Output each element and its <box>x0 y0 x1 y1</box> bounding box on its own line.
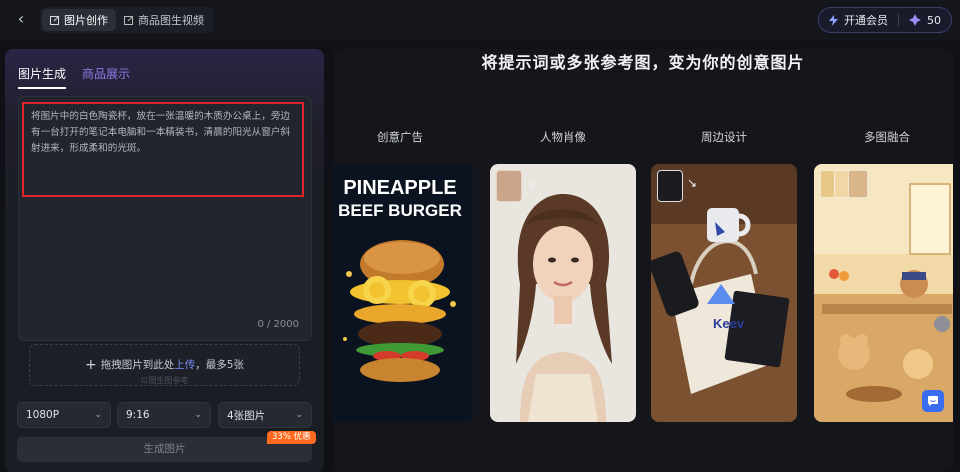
resolution-value: 1080P <box>26 409 60 421</box>
aspect-ratio-select[interactable]: 9:16 ⌄ <box>117 402 211 428</box>
tab-product-video[interactable]: 商品图生视频 <box>116 9 212 31</box>
vip-label: 开通会员 <box>844 14 888 27</box>
diamond-icon <box>909 14 921 26</box>
fusion-kitchen-image <box>814 164 953 422</box>
vip-button[interactable]: 开通会员 50 <box>818 7 952 33</box>
tab-image-generation[interactable]: 图片生成 <box>18 65 67 89</box>
burger-title-line1: PINEAPPLE <box>343 177 456 199</box>
edit-icon <box>50 15 60 25</box>
chevron-down-icon: ⌄ <box>194 410 202 420</box>
image-upload-dropzone[interactable]: + 拖拽图片到此处上传，最多5张 以图生图参考 <box>29 344 300 386</box>
chevron-down-icon: ⌄ <box>94 410 102 420</box>
tab-product-showcase[interactable]: 商品展示 <box>82 65 130 89</box>
category-label-ad: 创意广告 <box>377 130 423 144</box>
merch-image: Keev <box>651 164 797 422</box>
burger-ad-image: PINEAPPLE BEEF BURGER <box>333 164 473 422</box>
lightning-icon <box>829 14 838 26</box>
top-bar: ‹ 图片创作 商品图生视频 开通会员 50 <box>0 0 960 40</box>
generation-panel: 图片生成 商品展示 将图片中的白色陶瓷杯，放在一张温暖的木质办公桌上，旁边有一台… <box>5 49 324 472</box>
portrait-image <box>490 164 636 422</box>
discount-badge: 33% 优惠 <box>267 431 316 444</box>
example-card-merch[interactable]: Keev ↘ <box>651 164 797 422</box>
image-count-select[interactable]: 4张图片 ⌄ <box>218 402 312 428</box>
example-card-ad[interactable]: PINEAPPLE BEEF BURGER <box>333 164 473 422</box>
character-counter: 0 / 2000 <box>257 319 299 330</box>
category-label-merch: 周边设计 <box>701 130 747 144</box>
prompt-textarea[interactable]: 将图片中的白色陶瓷杯，放在一张温暖的木质办公桌上，旁边有一台打开的笔记本电脑和一… <box>18 96 312 341</box>
aspect-ratio-value: 9:16 <box>126 409 150 421</box>
edit-icon <box>124 15 134 25</box>
upload-subtitle: 以图生图参考 <box>140 376 189 385</box>
showcase-panel: 将提示词或多张参考图，变为你的创意图片 创意广告 人物肖像 周边设计 多图融合 … <box>333 49 953 472</box>
arrow-icon: ↘ <box>687 176 698 190</box>
category-label-portrait: 人物肖像 <box>540 130 586 144</box>
resolution-select[interactable]: 1080P ⌄ <box>17 402 111 428</box>
credits-count: 50 <box>927 13 941 27</box>
image-count-value: 4张图片 <box>227 409 266 422</box>
reference-thumbnail-3 <box>848 170 868 198</box>
chat-support-button[interactable] <box>922 390 944 412</box>
chat-icon <box>928 396 938 406</box>
burger-title-line2: BEEF BURGER <box>338 201 462 220</box>
panel-tabs: 图片生成 商品展示 <box>18 65 130 89</box>
page-title: 将提示词或多张参考图，变为你的创意图片 <box>481 53 805 72</box>
upload-link[interactable]: 上传 <box>174 359 195 371</box>
tab-label: 商品图生视频 <box>138 14 204 27</box>
reference-thumbnail <box>496 170 522 202</box>
upload-instructions: + 拖拽图片到此处上传，最多5张 <box>30 357 299 373</box>
reference-logo-thumbnail <box>657 170 683 202</box>
tab-image-creation[interactable]: 图片创作 <box>42 9 116 31</box>
generation-controls: 1080P ⌄ 9:16 ⌄ 4张图片 ⌄ 生成图片 33% 优惠 <box>5 389 324 472</box>
example-card-portrait[interactable]: ↘ <box>490 164 636 422</box>
plus-icon: + <box>85 357 97 373</box>
arrow-icon: ↘ <box>526 176 537 190</box>
divider <box>898 14 899 26</box>
mode-tab-group: 图片创作 商品图生视频 <box>40 7 214 33</box>
back-arrow-icon[interactable]: ‹ <box>12 10 30 28</box>
upload-prefix: 拖拽图片到此处 <box>100 359 175 371</box>
merch-brand-text: Keev <box>713 316 745 331</box>
prompt-text[interactable]: 将图片中的白色陶瓷杯，放在一张温暖的木质办公桌上，旁边有一台打开的笔记本电脑和一… <box>31 109 299 157</box>
tab-label: 图片创作 <box>64 14 108 27</box>
example-card-fusion[interactable] <box>814 164 953 422</box>
category-label-fusion: 多图融合 <box>864 130 910 144</box>
chevron-down-icon: ⌄ <box>295 410 303 420</box>
upload-suffix: ，最多5张 <box>195 359 244 371</box>
